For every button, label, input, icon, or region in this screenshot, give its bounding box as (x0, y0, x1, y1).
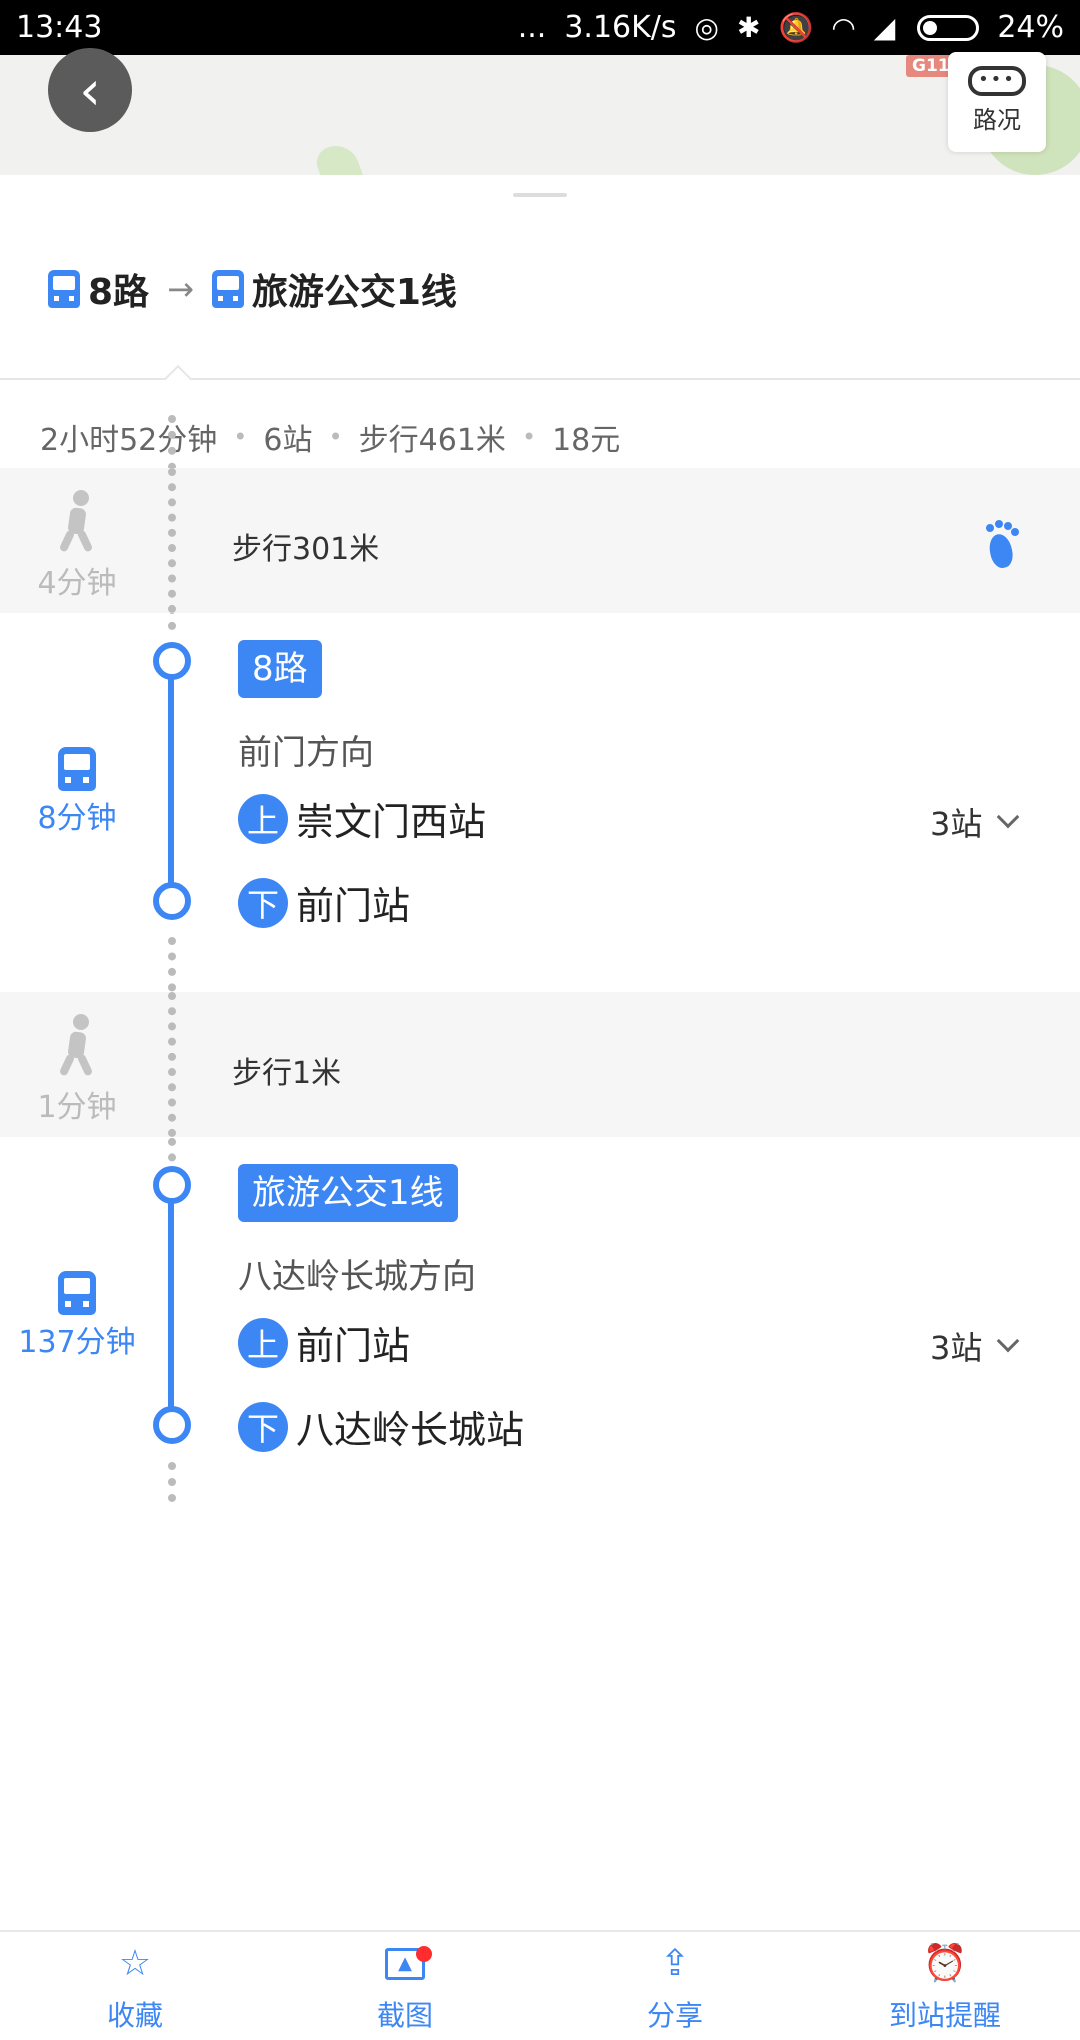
walk-distance: 步行301米 (232, 532, 380, 567)
stops-count: 3站 (930, 1329, 983, 1367)
tab-pointer (163, 364, 193, 394)
walk-segment[interactable]: 1分钟 步行1米 (0, 992, 1080, 1137)
divider (0, 378, 1080, 380)
summary-fare: 18元 (552, 423, 621, 458)
status-indicators: ... 3.16K/s ◎ ✱ 🔕 ◠ ◢ 24% (518, 10, 1064, 45)
favorite-label: 收藏 (106, 1999, 163, 2032)
notification-dot (416, 1946, 432, 1962)
arrow-right-icon: → (167, 270, 194, 308)
mute-icon: 🔕 (778, 11, 814, 44)
separator-dot: • (233, 423, 248, 451)
route-line-1: 8路 (88, 272, 150, 313)
bus-line-badge[interactable]: 8路 (238, 640, 322, 698)
traffic-label: 路况 (973, 106, 1021, 134)
route-line-2: 旅游公交1线 (251, 272, 457, 313)
signal-icon: ◢ (873, 11, 896, 44)
bus-direction: 八达岭长城方向 (238, 1257, 476, 1297)
battery-level: 24% (997, 10, 1064, 45)
status-time: 13:43 (16, 10, 103, 45)
board-stop-name: 崇文门西站 (296, 800, 487, 844)
bottom-action-bar: ☆ 收藏 ▲ 截图 ⇪ 分享 ⏰ 到站提醒 (0, 1930, 1080, 2040)
stops-count: 3站 (930, 805, 983, 843)
board-marker-icon: 上 (238, 793, 288, 844)
map-view[interactable]: G111 (0, 55, 1080, 175)
favorite-button[interactable]: ☆ 收藏 (0, 1932, 270, 2040)
bus-icon (48, 270, 80, 308)
share-icon: ⇪ (659, 1943, 691, 1984)
alight-stop: 下 前门站 (238, 875, 410, 930)
walk-path-line (168, 992, 176, 1137)
traffic-button[interactable]: ••• 路况 (948, 52, 1046, 152)
drag-handle[interactable] (513, 193, 567, 197)
screenshot-button[interactable]: ▲ 截图 (270, 1932, 540, 2040)
route-title: 8路 → 旅游公交1线 (48, 263, 457, 315)
bus-icon (211, 270, 244, 308)
chevron-left-icon: ‹ (79, 58, 101, 122)
walk-icon (57, 1014, 97, 1077)
chevron-down-icon (997, 805, 1020, 829)
chevron-down-icon (997, 1329, 1020, 1353)
arrival-alert-label: 到站提醒 (888, 1999, 1001, 2032)
battery-icon (917, 14, 980, 41)
bluetooth-icon: ✱ (736, 11, 761, 44)
alight-stop-name: 八达岭长城站 (296, 1408, 525, 1452)
bus-path-line (168, 663, 174, 903)
stops-expand-toggle[interactable]: 3站 (930, 1323, 1020, 1369)
walk-path-line (168, 1462, 176, 1502)
bus-duration: 137分钟 (18, 1325, 136, 1360)
alight-marker-icon: 下 (238, 877, 288, 928)
back-button[interactable]: ‹ (48, 48, 132, 132)
walk-path-line (168, 468, 176, 613)
map-park-area (312, 139, 364, 175)
board-node (153, 1166, 191, 1204)
bus-icon (58, 1271, 96, 1315)
hotspot-icon: ◎ (694, 11, 719, 44)
walk-duration: 4分钟 (37, 566, 117, 601)
walk-segment[interactable]: 4分钟 步行301米 (0, 468, 1080, 613)
separator-dot: • (521, 423, 537, 451)
bus-icon (58, 747, 96, 791)
route-detail-sheet: 8路 → 旅游公交1线 2小时52分钟 • 6站 • 步行461米 • 18元 … (0, 175, 1080, 1930)
bus-duration: 8分钟 (37, 801, 117, 836)
walk-distance: 步行1米 (232, 1056, 342, 1091)
bus-direction: 前门方向 (238, 733, 374, 773)
arrival-alert-button[interactable]: ⏰ 到站提醒 (810, 1932, 1080, 2040)
network-speed: 3.16K/s (564, 10, 677, 45)
alarm-clock-icon: ⏰ (922, 1943, 968, 1984)
alight-stop: 下 八达岭长城站 (238, 1399, 524, 1454)
board-marker-icon: 上 (238, 1317, 288, 1368)
alight-node (153, 1406, 191, 1444)
stops-expand-toggle[interactable]: 3站 (930, 799, 1020, 845)
more-dots: ... (517, 10, 547, 45)
separator-dot: • (328, 423, 343, 451)
summary-duration: 2小时52分钟 (40, 423, 218, 458)
walk-icon (57, 490, 97, 553)
board-stop: 上 崇文门西站 (238, 791, 486, 846)
board-node (153, 642, 191, 680)
summary-stops: 6站 (263, 423, 313, 458)
board-stop: 上 前门站 (238, 1315, 410, 1370)
board-stop-name: 前门站 (296, 1324, 411, 1368)
route-summary: 2小时52分钟 • 6站 • 步行461米 • 18元 (40, 415, 620, 459)
bus-path-line (168, 1187, 174, 1427)
alight-node (153, 882, 191, 920)
status-bar: 13:43 ... 3.16K/s ◎ ✱ 🔕 ◠ ◢ 24% (0, 0, 1080, 55)
screenshot-label: 截图 (376, 1999, 433, 2032)
summary-walk: 步行461米 (358, 423, 506, 458)
footprint-icon[interactable] (980, 520, 1020, 570)
alight-marker-icon: 下 (238, 1401, 288, 1452)
walk-duration: 1分钟 (37, 1090, 117, 1125)
share-button[interactable]: ⇪ 分享 (540, 1932, 810, 2040)
star-icon: ☆ (118, 1943, 152, 1984)
wifi-icon: ◠ (831, 11, 856, 44)
traffic-icon: ••• (968, 66, 1026, 96)
alight-stop-name: 前门站 (296, 884, 411, 928)
bus-line-badge[interactable]: 旅游公交1线 (238, 1164, 458, 1222)
share-label: 分享 (646, 1999, 703, 2032)
